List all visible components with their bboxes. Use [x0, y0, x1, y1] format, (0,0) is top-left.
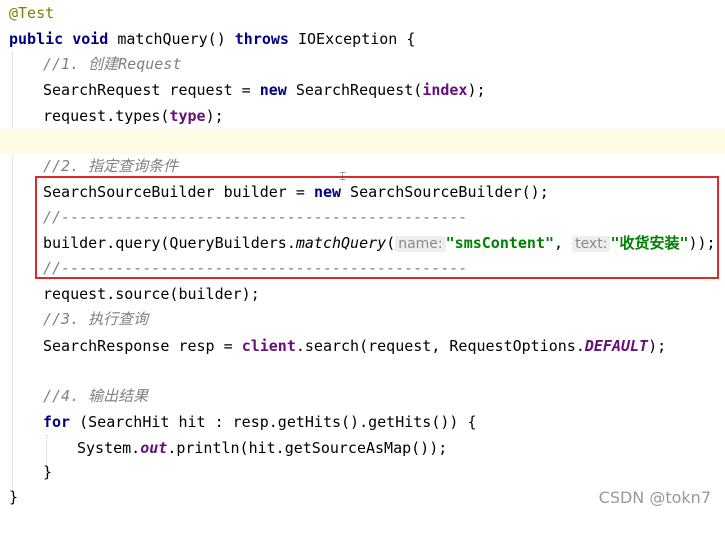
field: type: [169, 107, 206, 125]
static-field: out: [140, 439, 168, 457]
closing-brace: }: [9, 488, 19, 506]
comment: //3. 执行查询: [43, 310, 149, 328]
code-text: System.: [77, 439, 141, 457]
code-text: .println(hit.getSourceAsMap());: [167, 439, 448, 457]
code-text: SearchResponse resp =: [43, 337, 242, 355]
keyword: void: [72, 30, 109, 48]
code-text: (SearchHit hit : resp.getHits().getHits(…: [70, 413, 477, 431]
code-text: );: [648, 337, 667, 355]
code-line: request.types(type);: [0, 104, 725, 129]
code-line: request.source(builder);: [0, 282, 725, 307]
method-name: matchQuery(): [117, 30, 235, 48]
code-line: @Test: [0, 1, 725, 26]
highlight-box: [35, 176, 719, 279]
code-text: SearchRequest(: [286, 81, 423, 99]
code-line: //4. 输出结果: [0, 384, 725, 409]
field: client: [241, 337, 296, 355]
code-line: SearchResponse resp = client.search(requ…: [0, 334, 725, 359]
code-line: //1. 创建Request: [0, 52, 725, 77]
code-line: public void matchQuery() throws IOExcept…: [0, 27, 725, 52]
keyword: for: [43, 413, 71, 431]
code-line: SearchRequest request = new SearchReques…: [0, 78, 725, 103]
static-constant: DEFAULT: [584, 337, 649, 355]
code-line: System.out.println(hit.getSourceAsMap())…: [0, 436, 725, 461]
keyword: new: [259, 81, 287, 99]
closing-brace: }: [43, 463, 53, 481]
keyword: throws: [234, 30, 289, 48]
current-line-highlight[interactable]: [0, 129, 725, 154]
keyword: public: [9, 30, 64, 48]
code-text: SearchRequest request =: [43, 81, 260, 99]
code-line: }: [0, 460, 725, 485]
code-text: );: [205, 107, 224, 125]
annotation: @Test: [9, 4, 55, 22]
code-text: );: [467, 81, 486, 99]
field: index: [422, 81, 468, 99]
code-text: IOException {: [288, 30, 416, 48]
comment: //4. 输出结果: [43, 387, 149, 405]
code-text: request.types(: [43, 107, 170, 125]
code-line: for (SearchHit hit : resp.getHits().getH…: [0, 410, 725, 435]
comment: //1. 创建Request: [43, 55, 182, 73]
code-text: .search(request, RequestOptions.: [295, 337, 585, 355]
code-line: //3. 执行查询: [0, 307, 725, 332]
text-cursor-icon: ⌶: [339, 169, 347, 183]
code-text: request.source(builder);: [43, 285, 260, 303]
watermark: CSDN @tokn7: [598, 488, 711, 507]
